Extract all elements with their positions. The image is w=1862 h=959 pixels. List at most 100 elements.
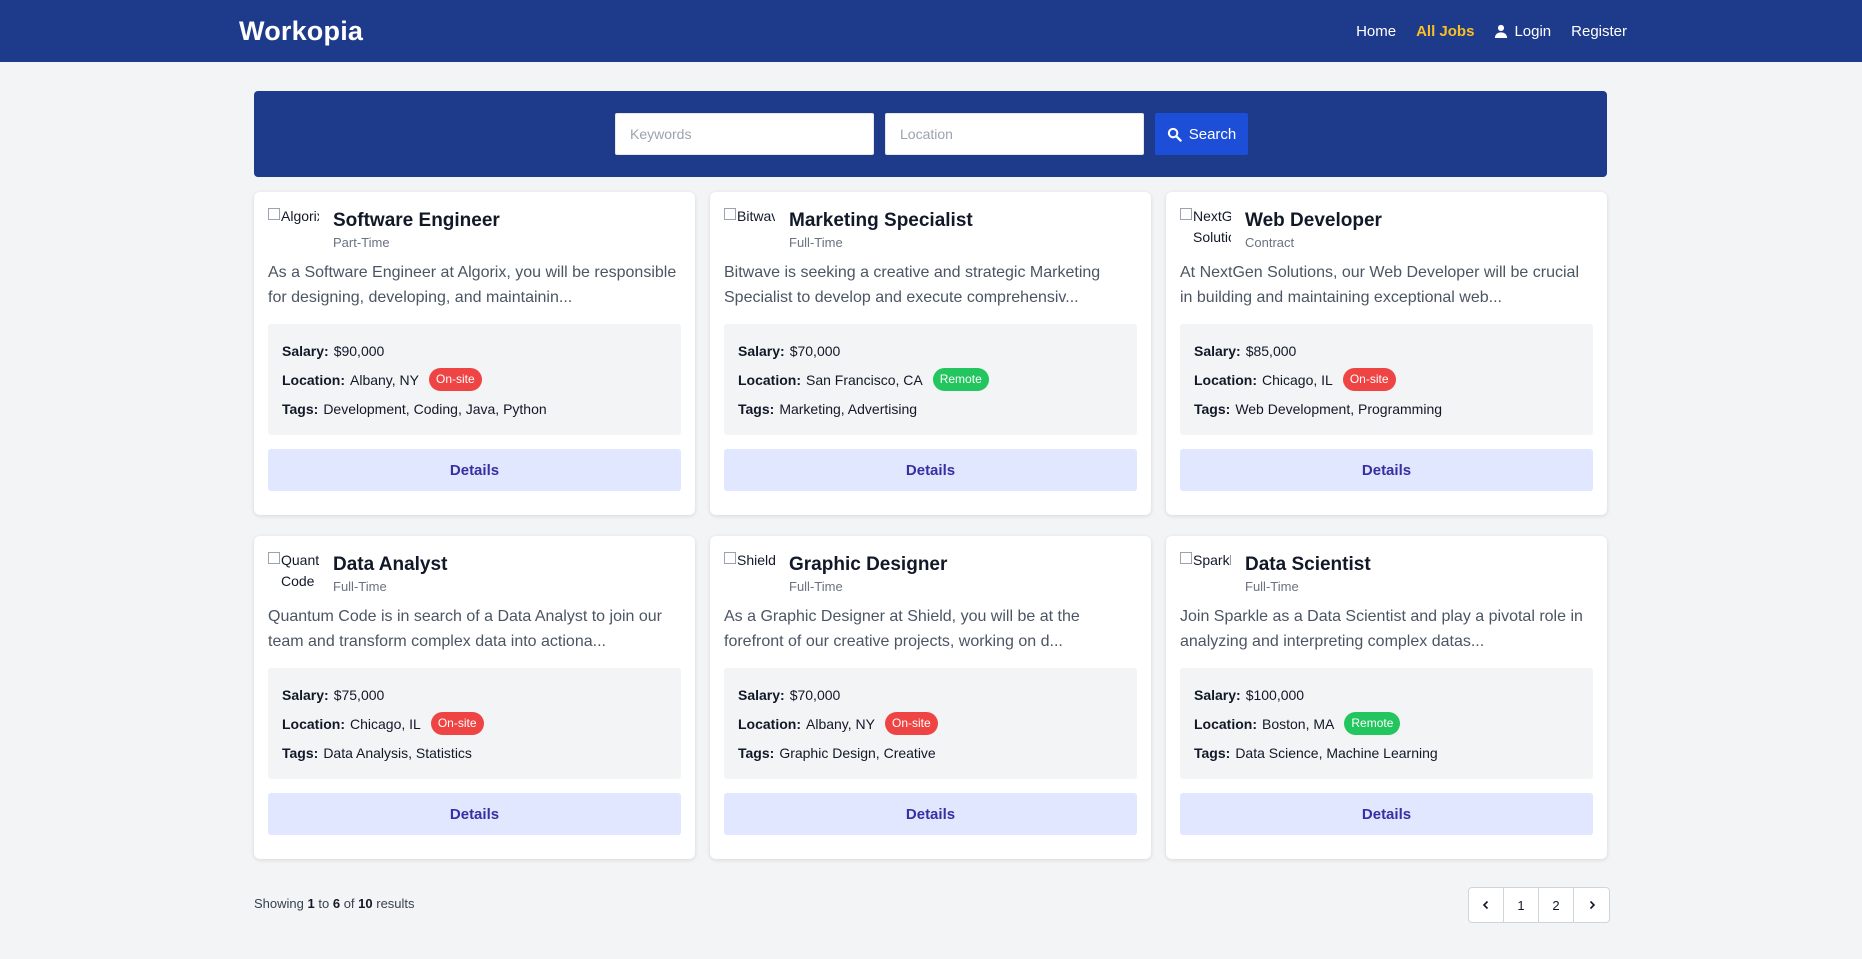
location-label: Location: [282,715,345,732]
job-title: Data Scientist [1245,554,1371,575]
tags-row: Tags: Data Analysis, Statistics [282,738,667,767]
work-mode-badge: On-site [430,712,484,735]
job-card-header: Shield Graphic Designer Full-Time [724,550,1137,594]
job-type: Full-Time [789,579,843,594]
page-1-button[interactable]: 1 [1504,888,1539,922]
card-spacer [268,491,681,515]
location-value: Boston, MA [1262,715,1335,732]
location-input[interactable] [885,113,1144,155]
nav-login[interactable]: Login [1494,23,1551,40]
user-icon [1495,24,1508,38]
salary-value: $90,000 [333,342,385,359]
work-mode-badge: Remote [1344,712,1401,735]
location-label: Location: [282,371,345,388]
showing-from: 1 [307,896,315,911]
work-mode-badge: On-site [429,368,482,391]
details-button[interactable]: Details [724,793,1137,835]
job-card: Sparkle Data Scientist Full-Time Join Sp… [1166,536,1607,859]
job-card-header: Sparkle Data Scientist Full-Time [1180,550,1593,594]
salary-label: Salary: [738,342,785,359]
job-info-box: Salary: $90,000 Location: Albany, NY On-… [268,324,681,435]
broken-image-icon [1180,208,1192,220]
broken-image-icon [268,208,280,220]
nav-all-jobs[interactable]: All Jobs [1416,23,1474,40]
location-row: Location: Boston, MA Remote [1194,709,1579,738]
salary-label: Salary: [738,686,785,703]
showing-total: 10 [358,896,373,911]
job-card-header: Algorix Software Engineer Part-Time [268,206,681,250]
showing-of-word: of [343,896,355,911]
company-logo-alt: Sparkle [1193,552,1231,568]
job-description: Bitwave is seeking a creative and strate… [724,264,1101,306]
broken-image-icon [724,552,736,564]
location-row: Location: San Francisco, CA Remote [738,365,1123,394]
location-row: Location: Albany, NY On-site [282,365,667,394]
job-card: NextGen Solutions Web Developer Contract… [1166,192,1607,515]
company-logo-alt: Algorix [281,208,319,224]
details-button[interactable]: Details [1180,449,1593,491]
broken-image-icon [1180,552,1192,564]
salary-value: $85,000 [1245,342,1297,359]
company-logo: Quantum Code [268,550,319,592]
salary-label: Salary: [282,686,329,703]
search-icon [1167,127,1182,142]
card-spacer [1180,491,1593,515]
job-info-box: Salary: $70,000 Location: Albany, NY On-… [724,668,1137,779]
job-type: Full-Time [333,579,387,594]
job-info-box: Salary: $75,000 Location: Chicago, IL On… [268,668,681,779]
job-card: Shield Graphic Designer Full-Time As a G… [710,536,1151,859]
page-2-button[interactable]: 2 [1539,888,1574,922]
next-page-button[interactable] [1574,888,1609,922]
broken-image-icon [724,208,736,220]
nav-register[interactable]: Register [1571,23,1627,40]
keywords-input[interactable] [615,113,874,155]
chevron-right-icon [1589,900,1595,910]
salary-row: Salary: $85,000 [1194,336,1579,365]
nav-home[interactable]: Home [1356,23,1396,40]
brand-logo[interactable]: Workopia [239,16,363,47]
salary-value: $100,000 [1245,686,1305,703]
showing-results-word: results [376,896,415,911]
job-title: Software Engineer [333,210,500,231]
salary-value: $70,000 [789,686,841,703]
details-button[interactable]: Details [1180,793,1593,835]
job-card-header: Quantum Code Data Analyst Full-Time [268,550,681,594]
tags-row: Tags: Marketing, Advertising [738,394,1123,423]
details-button[interactable]: Details [268,449,681,491]
tags-label: Tags: [738,400,775,417]
job-description: Join Sparkle as a Data Scientist and pla… [1180,608,1583,650]
details-button[interactable]: Details [724,449,1137,491]
job-card: Quantum Code Data Analyst Full-Time Quan… [254,536,695,859]
job-card-header: NextGen Solutions Web Developer Contract [1180,206,1593,250]
job-title: Web Developer [1245,210,1382,231]
job-info-box: Salary: $100,000 Location: Boston, MA Re… [1180,668,1593,779]
job-title-block: Software Engineer Part-Time [333,206,500,250]
search-button[interactable]: Search [1155,113,1248,155]
showing-to: 6 [332,896,341,911]
work-mode-badge: On-site [1342,368,1396,391]
job-title-block: Web Developer Contract [1245,206,1382,250]
company-logo: NextGen Solutions [1180,206,1231,248]
tags-label: Tags: [1194,744,1231,761]
details-button[interactable]: Details [268,793,681,835]
card-spacer [724,491,1137,515]
search-button-label: Search [1188,125,1237,143]
tags-value: Data Analysis, Statistics [323,744,472,761]
showing-prefix: Showing [254,896,304,911]
job-type: Full-Time [1245,579,1299,594]
location-value: San Francisco, CA [806,371,923,388]
company-logo: Bitwave [724,206,775,242]
location-value: Albany, NY [806,715,875,732]
tags-label: Tags: [282,744,319,761]
tags-value: Data Science, Machine Learning [1235,744,1438,761]
tags-value: Graphic Design, Creative [779,744,936,761]
job-title-block: Data Analyst Full-Time [333,550,447,594]
job-title: Marketing Specialist [789,210,973,231]
job-title-block: Graphic Designer Full-Time [789,550,947,594]
location-row: Location: Albany, NY On-site [738,709,1123,738]
prev-page-button[interactable] [1469,888,1504,922]
salary-label: Salary: [1194,686,1241,703]
tags-row: Tags: Web Development, Programming [1194,394,1579,423]
location-value: Chicago, IL [1262,371,1333,388]
location-value: Chicago, IL [350,715,421,732]
